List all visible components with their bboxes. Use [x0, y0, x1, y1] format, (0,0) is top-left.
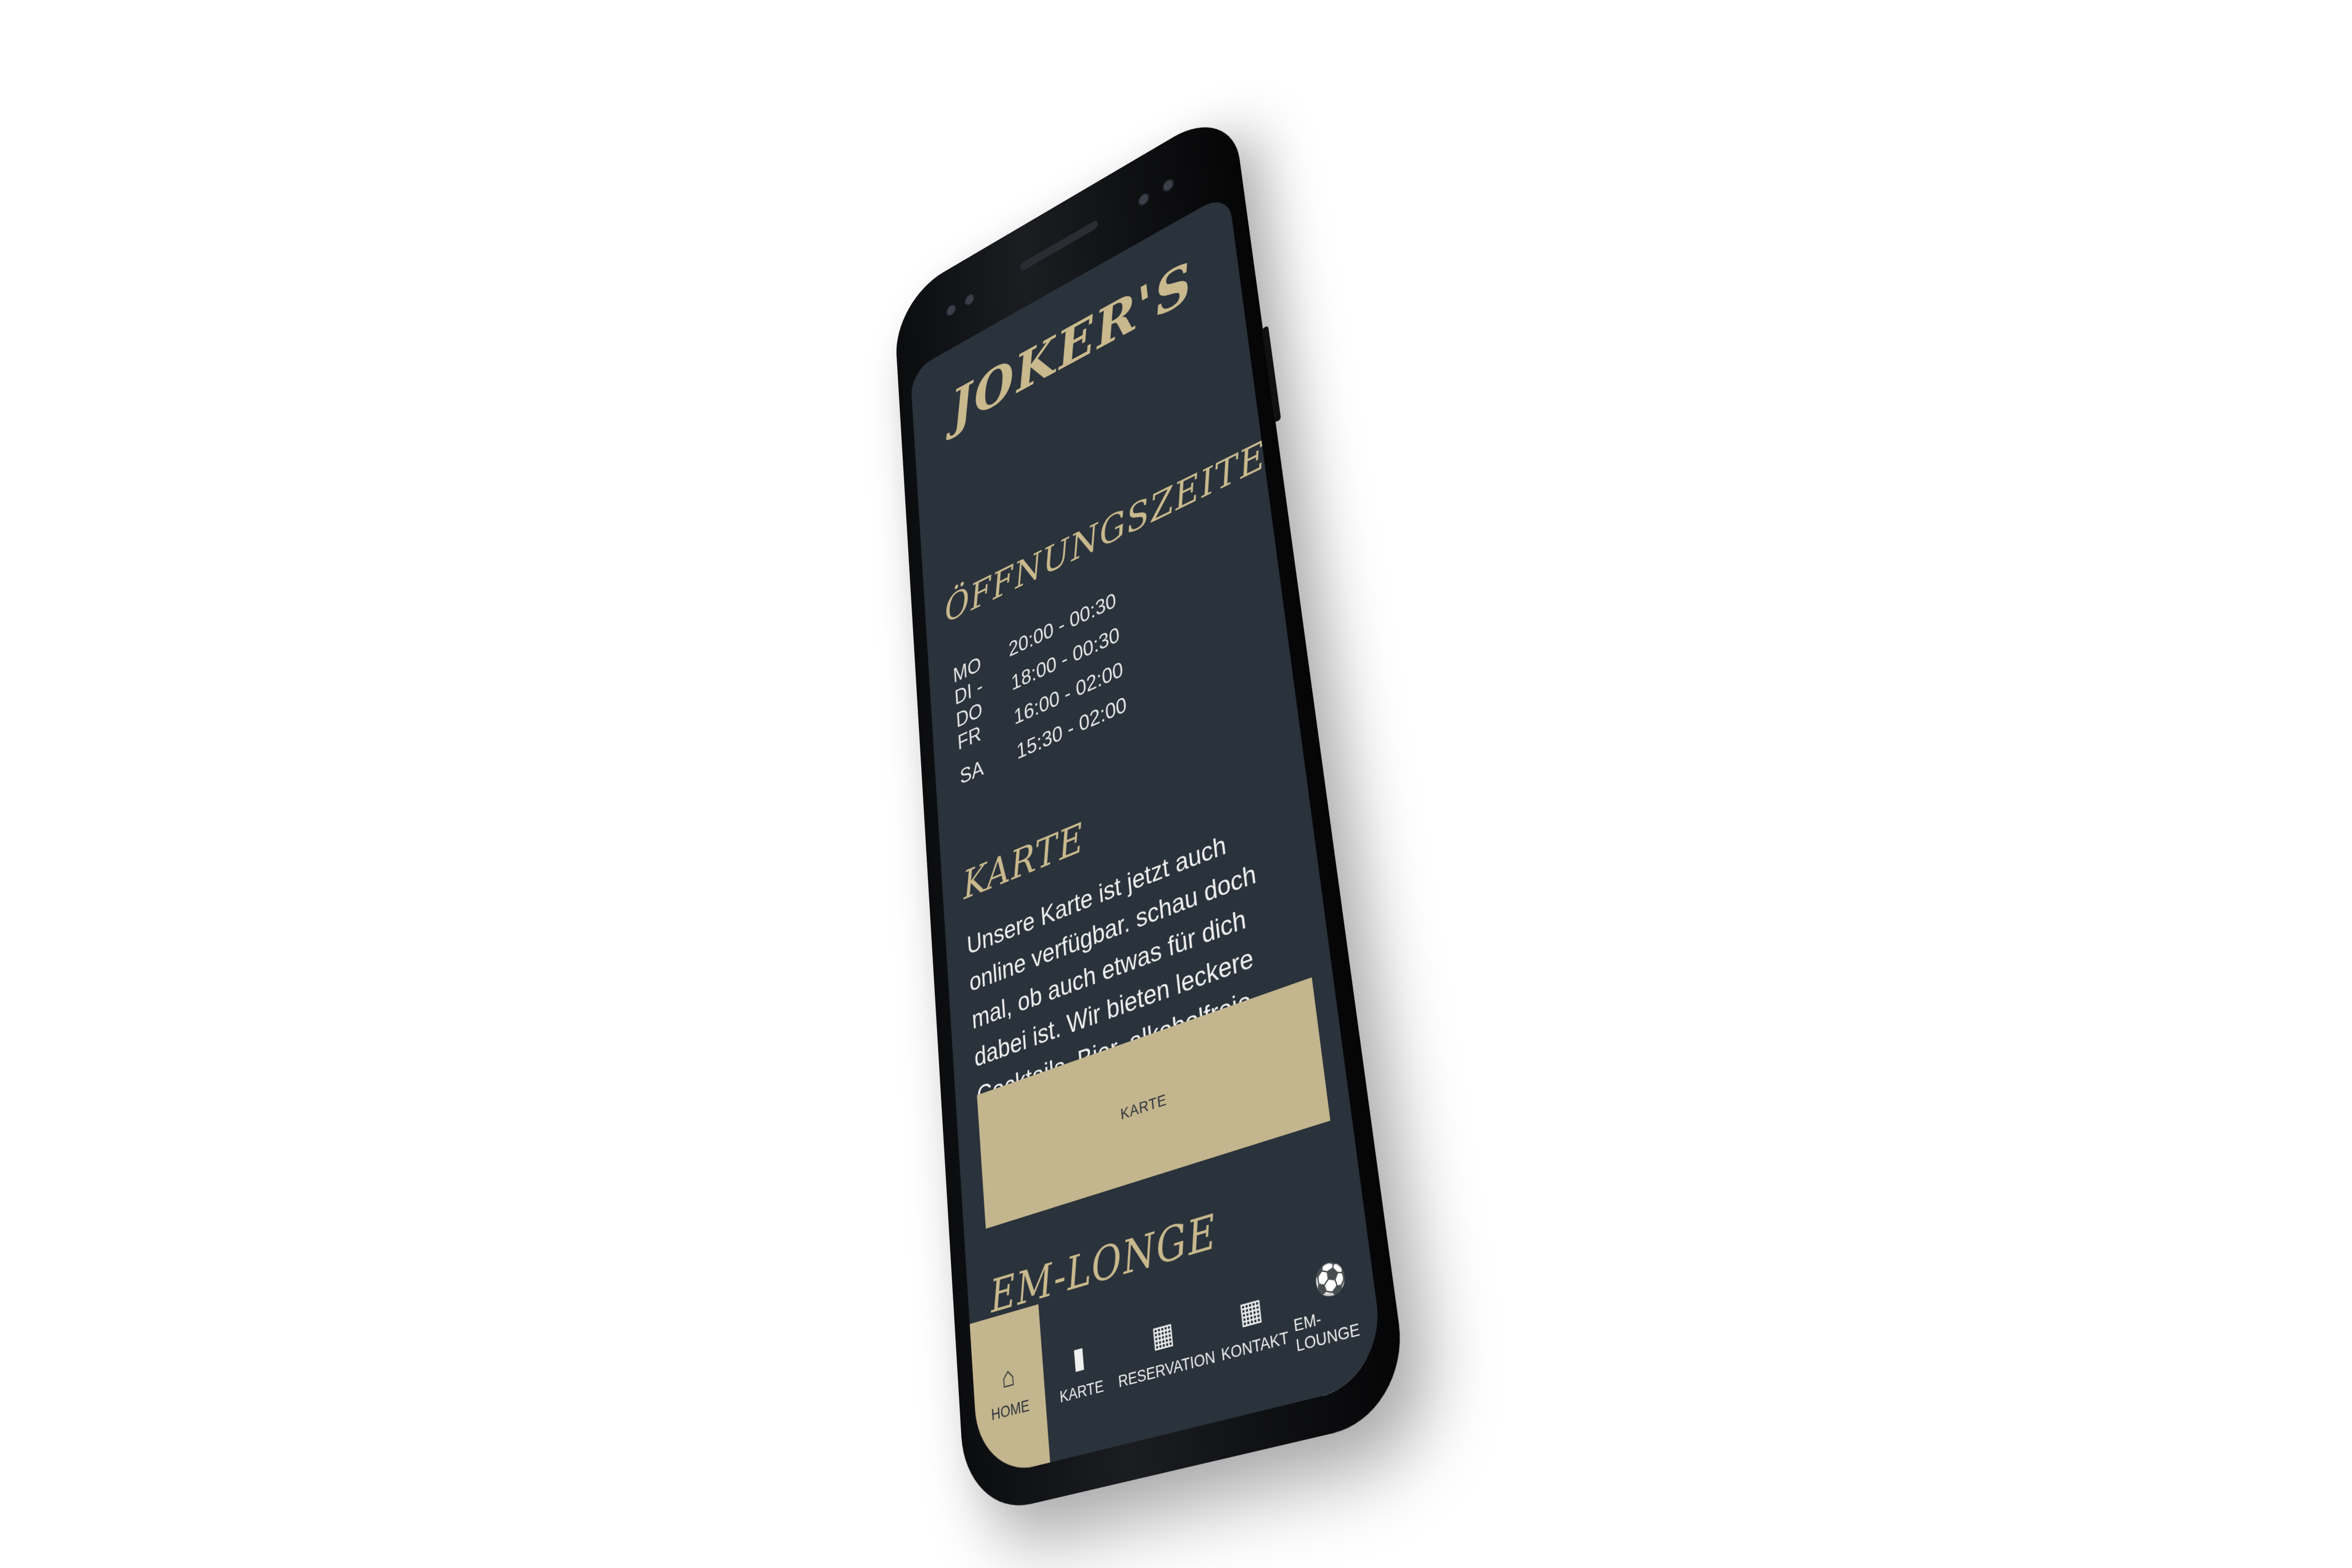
nav-item-home[interactable]: ⌂ HOME — [970, 1304, 1050, 1480]
earpiece-speaker — [1020, 220, 1098, 272]
nav-item-label: EM-LOUNGE — [1293, 1294, 1381, 1356]
phone-body: JOKER'S ÖFFNUNGSZEITEN MO 20:00 - 00:30 … — [893, 102, 1411, 1519]
front-camera-icon — [1137, 191, 1150, 209]
contact-card-icon: ▦ — [1238, 1294, 1264, 1330]
nav-item-label: HOME — [990, 1396, 1030, 1425]
camera-icon — [946, 302, 956, 319]
calendar-icon: ▦ — [1150, 1318, 1175, 1353]
app-screen: JOKER'S ÖFFNUNGSZEITEN MO 20:00 - 00:30 … — [910, 192, 1387, 1480]
nav-item-label: KARTE — [1059, 1376, 1104, 1406]
menu-card-icon: ▮ — [1071, 1343, 1086, 1374]
nav-item-karte[interactable]: ▮ KARTE — [1039, 1284, 1124, 1462]
home-icon: ⌂ — [1000, 1362, 1016, 1393]
sensor-icon — [964, 291, 975, 308]
nav-item-reservation[interactable]: ▦ RESERVATION — [1110, 1256, 1222, 1444]
nav-item-label: KONTAKT — [1220, 1328, 1290, 1365]
soccer-ball-icon: ⚽ — [1312, 1261, 1348, 1300]
proximity-sensor-icon — [1162, 176, 1175, 194]
nav-item-label: RESERVATION — [1117, 1347, 1216, 1392]
power-button — [1262, 326, 1281, 423]
phone-mockup: JOKER'S ÖFFNUNGSZEITEN MO 20:00 - 00:30 … — [857, 94, 1432, 1505]
mockup-stage: JOKER'S ÖFFNUNGSZEITEN MO 20:00 - 00:30 … — [0, 0, 2352, 1568]
